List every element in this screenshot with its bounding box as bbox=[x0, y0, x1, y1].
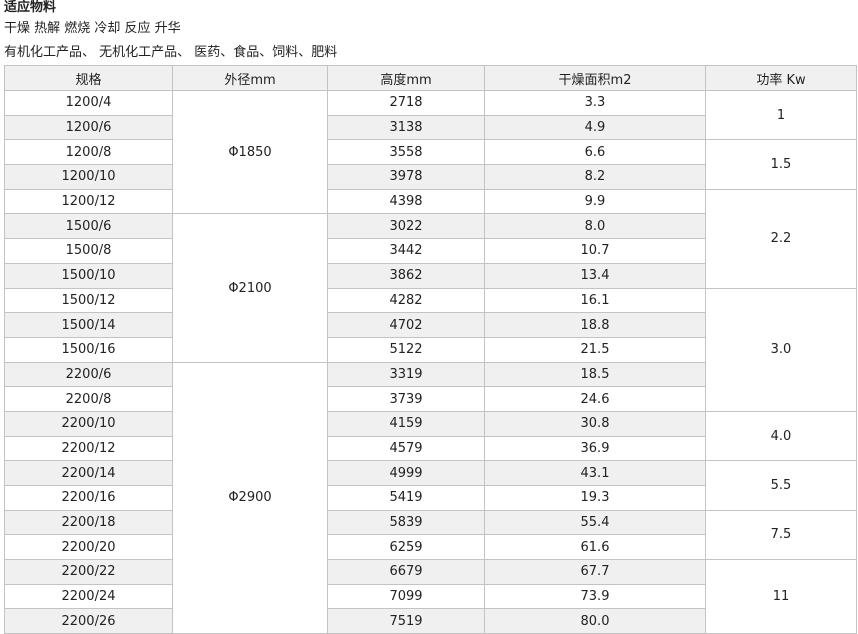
column-header-height: 高度mm bbox=[327, 65, 485, 91]
spec-cell: 1200/6 bbox=[4, 114, 173, 141]
area-cell: 61.6 bbox=[484, 534, 706, 561]
height-cell: 3862 bbox=[327, 262, 485, 289]
area-cell: 80.0 bbox=[484, 608, 706, 634]
height-cell: 4579 bbox=[327, 435, 485, 462]
height-cell: 4702 bbox=[327, 312, 485, 338]
area-cell: 43.1 bbox=[484, 460, 706, 486]
spec-table: 规格 外径mm 高度mm 干燥面积m2 功率 Kw 1200/4 Φ1850 2… bbox=[4, 65, 857, 634]
area-cell: 36.9 bbox=[484, 435, 706, 462]
spec-cell: 1500/6 bbox=[4, 213, 173, 240]
power-cell: 11 bbox=[705, 559, 857, 634]
area-cell: 18.8 bbox=[484, 312, 706, 338]
height-cell: 3319 bbox=[327, 361, 485, 388]
column-header-area: 干燥面积m2 bbox=[484, 65, 706, 91]
height-cell: 5122 bbox=[327, 336, 485, 363]
height-cell: 4159 bbox=[327, 410, 485, 437]
area-cell: 10.7 bbox=[484, 238, 706, 264]
power-cell: 5.5 bbox=[705, 460, 857, 511]
area-cell: 24.6 bbox=[484, 386, 706, 412]
diameter-cell: Φ2100 bbox=[172, 213, 328, 363]
area-cell: 9.9 bbox=[484, 188, 706, 215]
height-cell: 7099 bbox=[327, 583, 485, 610]
area-cell: 6.6 bbox=[484, 139, 706, 166]
area-cell: 4.9 bbox=[484, 114, 706, 141]
area-cell: 21.5 bbox=[484, 336, 706, 363]
spec-cell: 2200/8 bbox=[4, 386, 173, 412]
area-cell: 3.3 bbox=[484, 90, 706, 116]
height-cell: 6259 bbox=[327, 534, 485, 561]
spec-cell: 2200/6 bbox=[4, 361, 173, 388]
diameter-cell: Φ2900 bbox=[172, 361, 328, 634]
height-cell: 2718 bbox=[327, 90, 485, 116]
height-cell: 4999 bbox=[327, 460, 485, 486]
process-list: 干燥 热解 燃烧 冷却 反应 升华 bbox=[4, 21, 181, 36]
table-row: 2200/14 4999 43.1 5.5 bbox=[4, 460, 857, 511]
spec-cell: 1500/8 bbox=[4, 238, 173, 264]
spec-cell: 2200/20 bbox=[4, 534, 173, 561]
power-cell: 2.2 bbox=[705, 188, 857, 289]
area-cell: 73.9 bbox=[484, 583, 706, 610]
spec-cell: 1200/8 bbox=[4, 139, 173, 166]
spec-cell: 1200/4 bbox=[4, 90, 173, 116]
table-row: 2200/10 4159 30.8 4.0 bbox=[4, 410, 857, 462]
power-cell: 1 bbox=[705, 89, 857, 141]
height-cell: 4282 bbox=[327, 287, 485, 314]
spec-cell: 1200/10 bbox=[4, 164, 173, 190]
table-header-row: 规格 外径mm 高度mm 干燥面积m2 功率 Kw bbox=[4, 65, 857, 91]
area-cell: 8.2 bbox=[484, 164, 706, 190]
power-cell: 7.5 bbox=[705, 509, 857, 561]
height-cell: 3138 bbox=[327, 114, 485, 141]
height-cell: 3739 bbox=[327, 386, 485, 412]
material-list: 有机化工产品、 无机化工产品、 医药、食品、饲料、肥料 bbox=[4, 45, 338, 60]
spec-cell: 2200/22 bbox=[4, 559, 173, 585]
power-cell: 1.5 bbox=[705, 139, 857, 190]
spec-cell: 1500/14 bbox=[4, 312, 173, 338]
area-cell: 30.8 bbox=[484, 410, 706, 437]
spec-cell: 2200/12 bbox=[4, 435, 173, 462]
area-cell: 18.5 bbox=[484, 361, 706, 388]
column-header-diameter: 外径mm bbox=[172, 65, 328, 91]
spec-cell: 2200/26 bbox=[4, 608, 173, 634]
column-header-spec: 规格 bbox=[4, 65, 173, 91]
table-row: 1500/12 4282 16.1 3.0 bbox=[4, 287, 857, 412]
height-cell: 3022 bbox=[327, 213, 485, 240]
power-cell: 3.0 bbox=[705, 287, 857, 412]
height-cell: 3978 bbox=[327, 164, 485, 190]
table-row: 1200/8 3558 6.6 1.5 bbox=[4, 139, 857, 190]
height-cell: 6679 bbox=[327, 559, 485, 585]
spec-cell: 1500/10 bbox=[4, 262, 173, 289]
column-header-power: 功率 Kw bbox=[705, 65, 857, 91]
table-row: 1200/12 4398 9.9 2.2 bbox=[4, 188, 857, 289]
spec-cell: 1500/12 bbox=[4, 287, 173, 314]
table-row: 1200/4 Φ1850 2718 3.3 1 bbox=[4, 89, 857, 215]
diameter-cell: Φ1850 bbox=[172, 89, 328, 215]
height-cell: 7519 bbox=[327, 608, 485, 634]
area-cell: 67.7 bbox=[484, 559, 706, 585]
area-cell: 55.4 bbox=[484, 509, 706, 536]
height-cell: 5419 bbox=[327, 485, 485, 511]
power-cell: 4.0 bbox=[705, 410, 857, 462]
section-title: 适应物料 bbox=[4, 0, 57, 15]
spec-cell: 1200/12 bbox=[4, 188, 173, 215]
spec-cell: 2200/24 bbox=[4, 583, 173, 610]
table-row: 2200/18 5839 55.4 7.5 bbox=[4, 509, 857, 561]
spec-cell: 2200/16 bbox=[4, 485, 173, 511]
area-cell: 8.0 bbox=[484, 213, 706, 240]
table-row: 2200/22 6679 67.7 11 bbox=[4, 559, 857, 634]
area-cell: 19.3 bbox=[484, 485, 706, 511]
height-cell: 4398 bbox=[327, 188, 485, 215]
height-cell: 5839 bbox=[327, 509, 485, 536]
height-cell: 3442 bbox=[327, 238, 485, 264]
area-cell: 13.4 bbox=[484, 262, 706, 289]
spec-cell: 2200/10 bbox=[4, 410, 173, 437]
spec-cell: 2200/14 bbox=[4, 460, 173, 486]
spec-cell: 1500/16 bbox=[4, 336, 173, 363]
spec-cell: 2200/18 bbox=[4, 509, 173, 536]
height-cell: 3558 bbox=[327, 139, 485, 166]
area-cell: 16.1 bbox=[484, 287, 706, 314]
